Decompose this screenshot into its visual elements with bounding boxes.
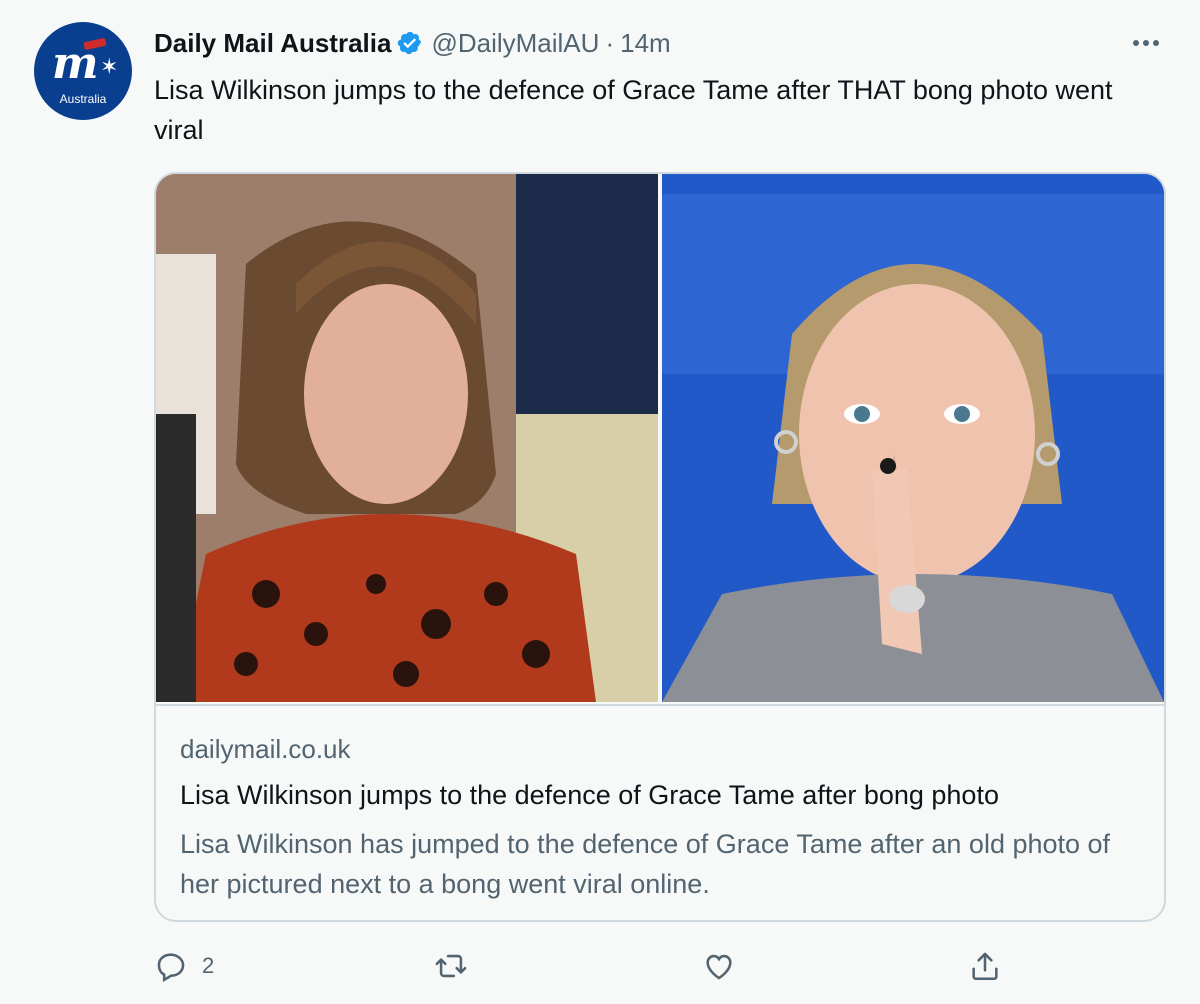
card-image-right xyxy=(662,174,1164,702)
tweet-header: Daily Mail Australia @DailyMailAU · 14m xyxy=(154,26,671,60)
handle[interactable]: @DailyMailAU xyxy=(431,28,599,59)
card-image-left xyxy=(156,174,658,702)
card-domain: dailymail.co.uk xyxy=(180,734,351,764)
retweet-icon xyxy=(435,954,467,978)
share-icon xyxy=(972,952,998,981)
reply-icon xyxy=(157,953,185,983)
tweet-text: Lisa Wilkinson jumps to the defence of G… xyxy=(154,75,1113,145)
like-button[interactable] xyxy=(702,944,736,988)
tweet-actions: 2 xyxy=(154,944,1166,988)
avatar[interactable]: m ✶ Australia xyxy=(34,22,132,120)
card-title: Lisa Wilkinson jumps to the defence of G… xyxy=(180,780,999,810)
separator: · xyxy=(605,27,615,58)
card-description: Lisa Wilkinson has jumped to the defence… xyxy=(180,829,1111,899)
display-name[interactable]: Daily Mail Australia xyxy=(154,28,391,59)
retweet-button[interactable] xyxy=(434,944,468,988)
card-body: dailymail.co.uk Lisa Wilkinson jumps to … xyxy=(156,704,1164,920)
reply-count: 2 xyxy=(202,953,215,978)
timestamp[interactable]: 14m xyxy=(620,28,671,59)
tweet[interactable]: m ✶ Australia Daily Mail Australia @Dail… xyxy=(0,0,1200,1004)
avatar-label: Australia xyxy=(59,92,107,106)
card-media xyxy=(156,174,1164,702)
more-icon[interactable] xyxy=(1124,26,1168,60)
link-card[interactable]: dailymail.co.uk Lisa Wilkinson jumps to … xyxy=(154,172,1166,922)
star-icon: ✶ xyxy=(100,54,119,79)
reply-button[interactable]: 2 xyxy=(154,944,214,988)
like-icon xyxy=(706,954,732,980)
share-button[interactable] xyxy=(968,944,1002,988)
verified-badge-icon xyxy=(398,31,422,55)
daily-mail-logo-icon: m xyxy=(52,38,99,89)
